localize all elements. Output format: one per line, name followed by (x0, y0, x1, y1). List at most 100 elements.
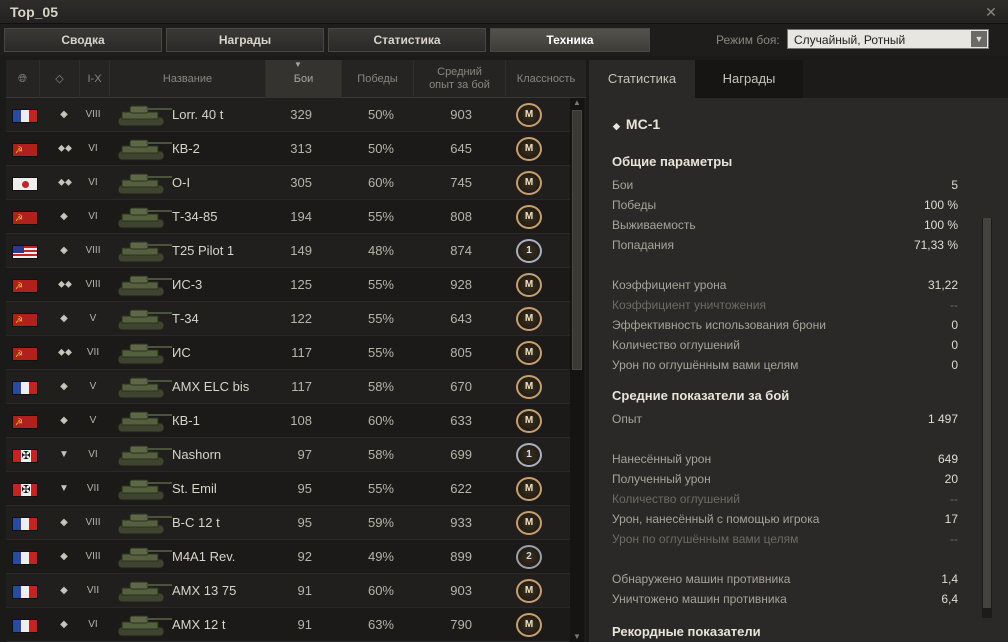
table-row[interactable]: ◆ VIII B-C 12 t 95 59% 933 M (6, 506, 570, 540)
mastery-badge-icon: M (516, 103, 542, 127)
avg-xp-value: 622 (450, 481, 472, 496)
table-row[interactable]: ⬥⬥ VII ИС 117 55% 805 M (6, 336, 570, 370)
table-row[interactable]: ◆ VIII T25 Pilot 1 149 48% 874 1 (6, 234, 570, 268)
table-row[interactable]: ⬥⬥ VI O-I 305 60% 745 M (6, 166, 570, 200)
mastery-badge-icon: M (516, 579, 542, 603)
name-column-header[interactable]: Название (110, 60, 266, 98)
scroll-down-icon[interactable]: ▼ (571, 632, 583, 642)
battles-value: 125 (290, 277, 312, 292)
detail-scrollbar[interactable] (982, 218, 992, 618)
stat-value: 1 497 (927, 412, 958, 426)
wins-value: 58% (367, 447, 394, 462)
stat-value: 6,4 (941, 592, 958, 606)
wins-value: 60% (367, 413, 394, 428)
nation-flag-icon (12, 619, 38, 633)
table-row[interactable]: ◆ V Т-34 122 55% 643 M (6, 302, 570, 336)
tank-image-icon (117, 547, 172, 569)
tier-label: V (89, 313, 97, 324)
tier-label: VI (88, 619, 98, 630)
tank-image-icon (117, 377, 172, 399)
battles-value: 329 (290, 107, 312, 122)
battles-value: 91 (297, 583, 312, 598)
wins-value: 55% (367, 209, 394, 224)
nation-flag-icon (12, 517, 38, 531)
wins-value: 50% (367, 107, 394, 122)
table-row[interactable]: ⬥⬥ VI КВ-2 313 50% 645 M (6, 132, 570, 166)
vehicle-name: T25 Pilot 1 (172, 243, 235, 258)
vehicle-name: M4A1 Rev. (172, 549, 236, 564)
nation-flag-icon (12, 177, 38, 191)
table-row[interactable]: ◆ VII AMX 13 75 91 60% 903 M (6, 574, 570, 608)
stat-line: Попадания 71,33 % (612, 236, 958, 254)
tier-column-header[interactable]: I-X (80, 60, 110, 98)
light-tank-icon: ◆ (613, 121, 620, 131)
avg-xp-column-header[interactable]: Средний опыт за бой (414, 60, 506, 98)
table-row[interactable]: ◆ VI Т-34-85 194 55% 808 M (6, 200, 570, 234)
vehicle-type-icon: ◆ (60, 313, 68, 324)
table-row[interactable]: ▼ VI Nashorn 97 58% 699 1 (6, 438, 570, 472)
battles-column-header[interactable]: Бои (266, 60, 342, 98)
window-title: Top_05 (10, 4, 58, 20)
stat-section-title: Средние показатели за бой (612, 388, 790, 403)
avg-xp-value: 933 (450, 515, 472, 530)
close-icon[interactable]: ✕ (982, 3, 1000, 21)
detail-tab-statistics[interactable]: Статистика (589, 60, 695, 98)
table-row[interactable]: ⬥⬥ VIII ИС-3 125 55% 928 M (6, 268, 570, 302)
table-row[interactable]: ▼ VII St. Emil 95 55% 622 M (6, 472, 570, 506)
tab-awards[interactable]: Награды (166, 28, 324, 52)
avg-xp-value: 928 (450, 277, 472, 292)
tank-image-icon (117, 479, 172, 501)
stat-line: Коэффициент урона 31,22 (612, 276, 958, 294)
table-row[interactable]: ◆ VI AMX 12 t 91 63% 790 M (6, 608, 570, 642)
scroll-up-icon[interactable]: ▲ (571, 98, 583, 108)
table-row[interactable]: ◆ V AMX ELC bis 117 58% 670 M (6, 370, 570, 404)
nation-column-header[interactable]: 🌐︎ (6, 60, 40, 98)
type-column-header[interactable]: ◇ (40, 60, 80, 98)
vehicle-table: ◆ VIII Lorr. 40 t 329 50% 903 M ⬥⬥ VI КВ-2 313 50% 6… (6, 98, 570, 642)
scroll-thumb[interactable] (572, 110, 582, 370)
battles-value: 117 (291, 345, 312, 360)
wins-value: 59% (367, 515, 394, 530)
wins-column-header[interactable]: Победы (342, 60, 414, 98)
vehicle-name: КВ-2 (172, 141, 200, 156)
tab-summary[interactable]: Сводка (4, 28, 162, 52)
mastery-badge-icon: M (516, 511, 542, 535)
stat-value: 649 (937, 452, 958, 466)
mastery-badge-icon: M (516, 171, 542, 195)
scroll-thumb[interactable] (983, 218, 991, 608)
vehicle-type-icon: ◆ (60, 585, 68, 596)
stat-value: 100 % (923, 218, 958, 232)
table-row[interactable]: ◆ VIII M4A1 Rev. 92 49% 899 2 (6, 540, 570, 574)
vehicle-type-icon: ⬥⬥ (58, 177, 72, 188)
tank-image-icon (117, 241, 172, 263)
battle-mode-select[interactable]: Случайный, Ротный ▼ (787, 29, 989, 49)
avg-xp-value: 670 (450, 379, 472, 394)
stat-value: 0 (951, 318, 958, 332)
tab-vehicles[interactable]: Техника (490, 28, 650, 52)
detail-tab-awards[interactable]: Награды (695, 60, 803, 98)
stat-line: Коэффициент уничтожения -- (612, 296, 958, 314)
stat-value: -- (950, 492, 958, 506)
wins-value: 58% (367, 379, 394, 394)
tier-label: V (89, 381, 97, 392)
mastery-column-header[interactable]: Классность (506, 60, 586, 98)
selected-vehicle-name: МС-1 (625, 116, 661, 132)
table-row[interactable]: ◆ V КВ-1 108 60% 633 M (6, 404, 570, 438)
nation-flag-icon (12, 211, 38, 225)
stat-line: Обнаружено машин противника 1,4 (612, 570, 958, 588)
vehicle-name: O-I (172, 175, 191, 190)
vehicle-type-icon: ◆ (60, 211, 68, 222)
avg-xp-value: 805 (450, 345, 472, 360)
vehicle-type-icon: ◆ (60, 551, 68, 562)
vehicle-type-icon: ▼ (59, 449, 69, 460)
tank-image-icon (117, 275, 172, 297)
table-row[interactable]: ◆ VIII Lorr. 40 t 329 50% 903 M (6, 98, 570, 132)
wins-value: 60% (367, 583, 394, 598)
mastery-badge-icon: M (516, 477, 542, 501)
vehicle-list-scrollbar[interactable]: ▲ ▼ (570, 98, 584, 642)
chevron-down-icon[interactable]: ▼ (971, 31, 987, 47)
tab-statistics[interactable]: Статистика (328, 28, 486, 52)
sort-caret-icon: ▼ (294, 60, 302, 69)
battle-mode-value: Случайный, Ротный (794, 33, 906, 47)
tier-label: VIII (85, 245, 101, 256)
